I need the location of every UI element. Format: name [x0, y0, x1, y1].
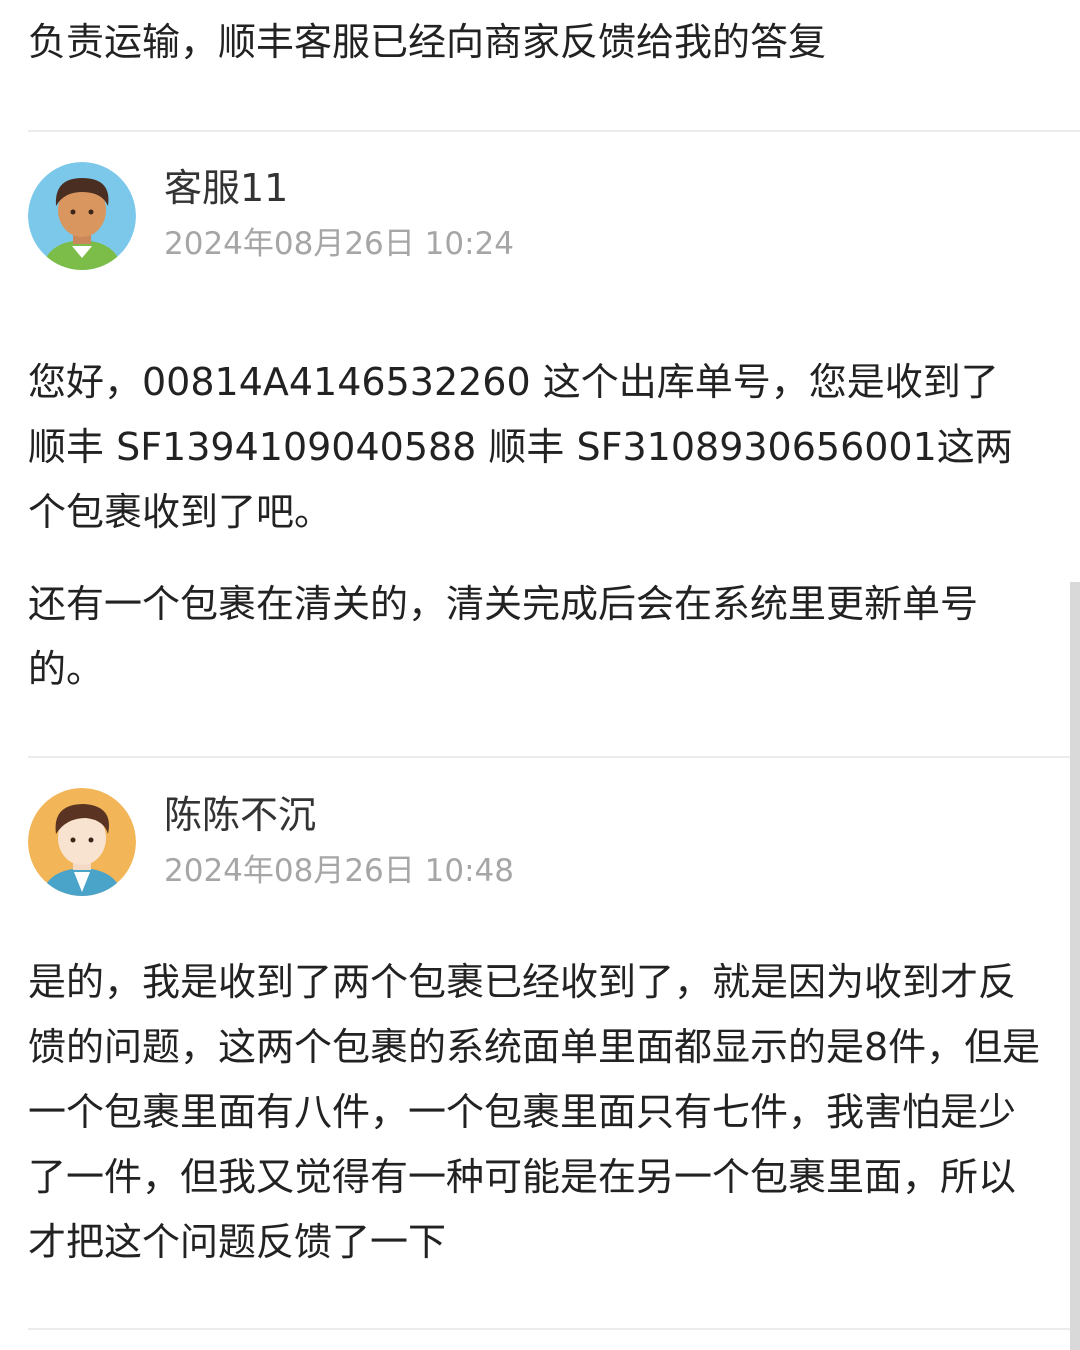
comment-divider	[28, 130, 1080, 132]
comment-timestamp: 2024年08月26日 10:24	[164, 226, 514, 262]
comment-text: 还有一个包裹在清关的，清关完成后会在系统里更新单号的。	[28, 582, 979, 691]
previous-comment-text: 负责运输，顺丰客服已经向商家反馈给我的答复	[28, 20, 827, 64]
comment-divider	[28, 756, 1080, 758]
comment-text: 您好，00814A4146532260 这个出库单号，您是收到了 顺丰 SF13…	[28, 360, 1013, 534]
comment-timestamp: 2024年08月26日 10:48	[164, 853, 514, 889]
comment-author-name[interactable]: 陈陈不沉	[164, 790, 316, 840]
comment-divider	[28, 1328, 1080, 1330]
scrollbar[interactable]	[1070, 582, 1080, 1350]
comment-author-name[interactable]: 客服11	[164, 163, 288, 213]
comment-text: 是的，我是收到了两个包裹已经收到了，就是因为收到才反馈的问题，这两个包裹的系统面…	[28, 960, 1041, 1264]
boy-avatar-icon[interactable]	[28, 162, 136, 270]
man-avatar-icon[interactable]	[28, 788, 136, 896]
